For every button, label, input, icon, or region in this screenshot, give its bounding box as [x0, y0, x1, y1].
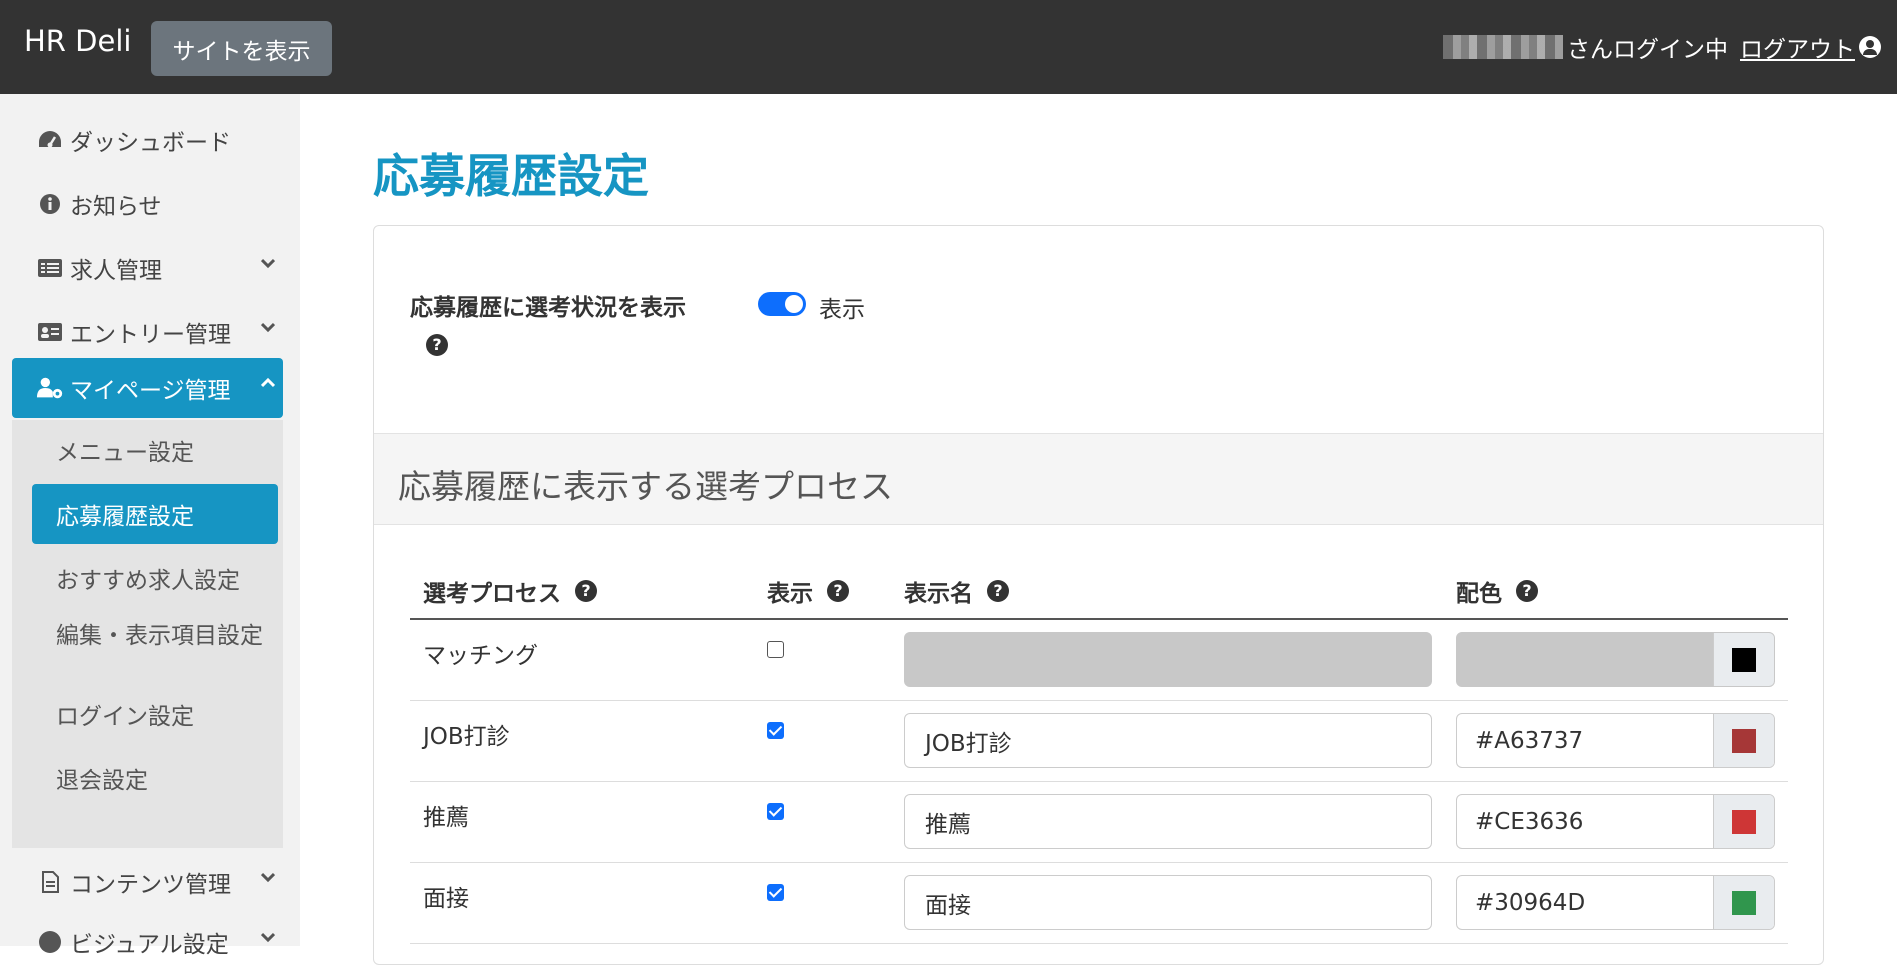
sidebar-item-label: ダッシュボード: [70, 130, 231, 156]
help-icon[interactable]: ?: [987, 580, 1009, 602]
submenu-item-withdrawal-settings[interactable]: 退会設定: [32, 748, 278, 808]
row-color-value: #A63737: [1475, 727, 1584, 754]
login-status: さんログイン中: [1567, 37, 1728, 63]
row-color-input[interactable]: #A63737: [1456, 713, 1775, 768]
info-icon: [36, 190, 64, 218]
user-gear-icon: [36, 374, 64, 402]
row-color-input[interactable]: #CE3636: [1456, 794, 1775, 849]
sidebar-item-entries[interactable]: エントリー管理: [12, 302, 283, 362]
user-circle-icon[interactable]: [1859, 36, 1881, 58]
chevron-up-icon: [261, 377, 275, 388]
row-display-name-input[interactable]: [904, 632, 1432, 687]
row-display-name-input[interactable]: 推薦: [904, 794, 1432, 849]
row-color-value: #CE3636: [1475, 808, 1584, 835]
help-icon[interactable]: ?: [575, 580, 597, 602]
color-swatch: [1732, 809, 1756, 834]
row-color-input[interactable]: #30964D: [1456, 875, 1775, 930]
sidebar-item-label: お知らせ: [70, 194, 162, 220]
page-title: 応募履歴設定: [373, 149, 649, 203]
view-site-button[interactable]: サイトを表示: [151, 21, 332, 76]
row-divider: [410, 943, 1788, 944]
row-display-name-input[interactable]: JOB打診: [904, 713, 1432, 768]
chevron-down-icon: [261, 932, 275, 943]
setting-label-text: 応募履歴に選考状況を表示: [410, 295, 686, 321]
sidebar-item-visual[interactable]: ビジュアル設定: [12, 912, 283, 972]
row-show-checkbox[interactable]: [767, 884, 784, 901]
row-display-name-input[interactable]: 面接: [904, 875, 1432, 930]
submenu-item-login-settings[interactable]: ログイン設定: [32, 684, 278, 744]
sidebar-item-mypage[interactable]: マイページ管理: [12, 358, 283, 418]
sidebar-item-label: 求人管理: [70, 258, 162, 284]
header-process: 選考プロセス ?: [423, 574, 597, 608]
chevron-down-icon: [261, 322, 275, 333]
section-header: 応募履歴に表示する選考プロセス: [374, 433, 1823, 525]
sidebar-item-label: マイページ管理: [70, 378, 231, 404]
color-swatch: [1732, 728, 1756, 753]
help-icon[interactable]: ?: [1516, 580, 1538, 602]
show-status-setting-label: 応募履歴に選考状況を表示 ?: [410, 288, 686, 356]
sidebar-item-jobs[interactable]: 求人管理: [12, 238, 283, 298]
header-label: 表示名: [904, 581, 973, 607]
blurred-username: [1443, 35, 1563, 59]
color-picker-button[interactable]: [1713, 714, 1774, 767]
header-display-name: 表示名 ?: [904, 574, 1009, 608]
sidebar-item-dashboard[interactable]: ダッシュボード: [12, 110, 283, 170]
chevron-down-icon: [261, 258, 275, 269]
table-row-process-name: 面接: [423, 886, 469, 912]
row-show-checkbox[interactable]: [767, 722, 784, 739]
help-icon[interactable]: ?: [426, 334, 448, 356]
section-title: 応募履歴に表示する選考プロセス: [398, 467, 893, 506]
sidebar: ダッシュボード お知らせ 求人管理 エントリー管理 マイページ管理 メニュー設定…: [0, 94, 300, 958]
logout-link[interactable]: ログアウト: [1740, 30, 1855, 64]
row-color-value: #30964D: [1475, 889, 1586, 916]
color-picker-button[interactable]: [1713, 633, 1774, 686]
user-area: さんログイン中 ログアウト: [1443, 30, 1881, 64]
palette-icon: [36, 928, 64, 956]
row-divider: [410, 862, 1788, 863]
brand-logo[interactable]: HR Deli: [24, 24, 131, 58]
submenu-item-application-history[interactable]: 応募履歴設定: [32, 484, 278, 544]
file-icon: [36, 868, 64, 896]
submenu-item-recommended-jobs[interactable]: おすすめ求人設定: [32, 548, 278, 608]
row-show-checkbox[interactable]: [767, 641, 784, 658]
top-bar: HR Deli サイトを表示 さんログイン中 ログアウト: [0, 0, 1897, 94]
color-picker-button[interactable]: [1713, 876, 1774, 929]
list-icon: [36, 254, 64, 282]
header-shown: 表示 ?: [767, 574, 849, 608]
color-picker-button[interactable]: [1713, 795, 1774, 848]
header-label: 表示: [767, 581, 813, 607]
row-show-checkbox[interactable]: [767, 803, 784, 820]
sidebar-item-label: ビジュアル設定: [70, 932, 229, 958]
row-divider: [410, 781, 1788, 782]
chevron-down-icon: [261, 872, 275, 883]
sidebar-item-news[interactable]: お知らせ: [12, 174, 283, 234]
help-icon[interactable]: ?: [827, 580, 849, 602]
gauge-icon: [36, 126, 64, 154]
table-header-divider: [410, 618, 1788, 620]
sidebar-item-contents[interactable]: コンテンツ管理: [12, 852, 283, 912]
color-swatch: [1732, 890, 1756, 915]
show-status-toggle[interactable]: [758, 292, 806, 316]
mypage-submenu: メニュー設定 応募履歴設定 おすすめ求人設定 編集・表示項目設定 ログイン設定 …: [12, 420, 283, 848]
sidebar-item-label: エントリー管理: [70, 322, 231, 348]
header-label: 配色: [1456, 581, 1502, 607]
header-color: 配色 ?: [1456, 574, 1538, 608]
row-color-input[interactable]: [1456, 632, 1775, 687]
table-row-process-name: JOB打診: [423, 724, 510, 750]
submenu-item-menu-settings[interactable]: メニュー設定: [32, 420, 278, 480]
table-row-process-name: 推薦: [423, 805, 469, 831]
row-divider: [410, 700, 1788, 701]
header-label: 選考プロセス: [423, 581, 561, 607]
submenu-item-edit-display-fields[interactable]: 編集・表示項目設定: [32, 618, 278, 654]
sidebar-item-label: コンテンツ管理: [70, 872, 231, 898]
id-card-icon: [36, 318, 64, 346]
table-row-process-name: マッチング: [423, 643, 538, 669]
color-swatch: [1732, 647, 1756, 672]
toggle-label: 表示: [819, 297, 865, 323]
